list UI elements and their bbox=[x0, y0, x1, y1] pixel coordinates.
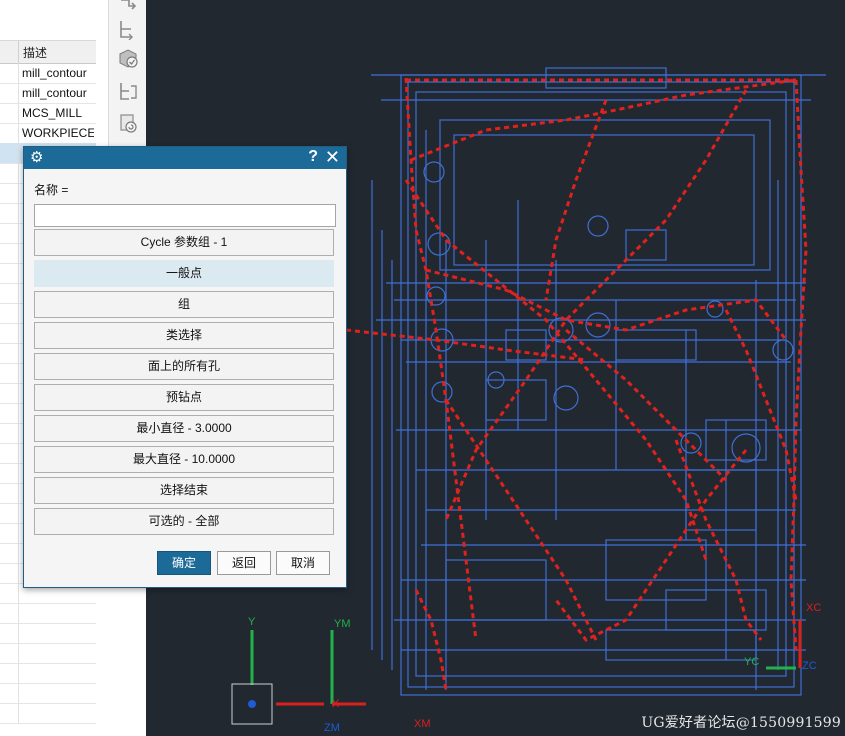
row-desc-cell: WORKPIECE bbox=[22, 126, 94, 140]
all-holes-on-face-button[interactable]: 面上的所有孔 bbox=[34, 353, 334, 380]
table-row bbox=[0, 683, 96, 704]
row-desc-cell: MCS_MILL bbox=[22, 106, 83, 120]
row-name-cell bbox=[0, 123, 19, 143]
table-row bbox=[0, 663, 96, 684]
verify-toolpath-icon[interactable] bbox=[117, 47, 139, 69]
row-name-cell bbox=[0, 103, 19, 123]
row-name-cell bbox=[0, 143, 19, 163]
axis-yc-label: YC bbox=[744, 656, 760, 668]
resource-toolbar bbox=[108, 0, 147, 150]
row-desc-cell: mill_contour bbox=[22, 86, 87, 100]
header-name-col bbox=[0, 41, 19, 63]
ok-button[interactable]: 确定 bbox=[157, 551, 211, 575]
table-row bbox=[0, 643, 96, 664]
selectable-all-button[interactable]: 可选的 - 全部 bbox=[34, 508, 334, 535]
forum-watermark: UG爱好者论坛@1550991599 bbox=[641, 715, 841, 731]
axis-xm-label: XM bbox=[414, 718, 431, 730]
postprocess-icon[interactable] bbox=[117, 80, 139, 102]
gear-icon[interactable]: ⚙ bbox=[30, 150, 46, 166]
general-point-button[interactable]: 一般点 bbox=[34, 260, 334, 287]
min-diameter-button[interactable]: 最小直径 - 3.0000 bbox=[34, 415, 334, 442]
table-row[interactable]: mill_contour bbox=[0, 83, 96, 104]
axis-ym-label: YM bbox=[334, 618, 351, 630]
navigator-header: 描述 bbox=[0, 40, 96, 64]
axis-y-label: Y bbox=[248, 616, 256, 628]
dialog-title-bar[interactable]: ⚙ ? ✕ bbox=[24, 147, 346, 169]
header-desc-col[interactable]: 描述 bbox=[23, 44, 47, 61]
table-row bbox=[0, 603, 96, 624]
name-label: 名称 = bbox=[34, 183, 69, 197]
reorder-icon[interactable] bbox=[117, 18, 139, 40]
table-row bbox=[0, 703, 96, 724]
axis-zc-label: ZC bbox=[802, 660, 817, 672]
point-selection-dialog: ⚙ ? ✕ 名称 = Cycle 参数组 - 1 一般点 组 类选择 面上的所有… bbox=[23, 146, 347, 588]
name-field[interactable] bbox=[34, 204, 336, 227]
max-diameter-button[interactable]: 最大直径 - 10.0000 bbox=[34, 446, 334, 473]
row-name-cell bbox=[0, 83, 19, 103]
class-selection-button[interactable]: 类选择 bbox=[34, 322, 334, 349]
shop-doc-icon[interactable] bbox=[117, 112, 139, 134]
axis-xc-label: XC bbox=[806, 602, 822, 614]
axis-x-label: X bbox=[332, 698, 340, 710]
help-icon[interactable]: ? bbox=[308, 148, 318, 166]
selection-done-button[interactable]: 选择结束 bbox=[34, 477, 334, 504]
table-row[interactable]: MCS_MILL bbox=[0, 103, 96, 124]
row-name-cell bbox=[0, 63, 19, 83]
axis-zm-label: ZM bbox=[324, 722, 340, 734]
group-button[interactable]: 组 bbox=[34, 291, 334, 318]
close-icon[interactable]: ✕ bbox=[325, 147, 340, 168]
back-button[interactable]: 返回 bbox=[217, 551, 271, 575]
table-row[interactable]: mill_contour bbox=[0, 63, 96, 84]
cycle-parameter-group-button[interactable]: Cycle 参数组 - 1 bbox=[34, 229, 334, 256]
sequence-icon[interactable] bbox=[117, 0, 139, 18]
row-desc-cell: mill_contour bbox=[22, 66, 87, 80]
predrill-points-button[interactable]: 预钻点 bbox=[34, 384, 334, 411]
table-row[interactable]: WORKPIECE bbox=[0, 123, 96, 144]
cancel-button[interactable]: 取消 bbox=[276, 551, 330, 575]
table-row bbox=[0, 623, 96, 644]
